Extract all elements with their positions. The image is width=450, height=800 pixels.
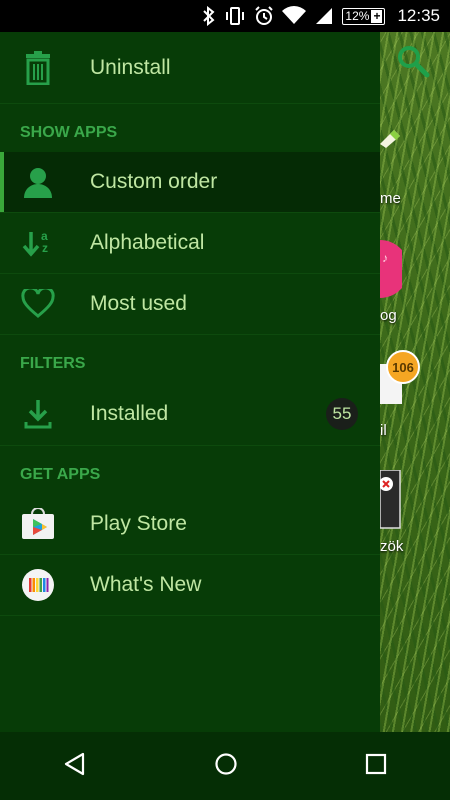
- whats-new-icon: [20, 567, 56, 603]
- svg-text:z: z: [42, 241, 48, 255]
- wifi-icon: [282, 6, 307, 26]
- whats-new-label: What's New: [90, 573, 202, 596]
- vibrate-icon: [224, 6, 246, 26]
- navigation-drawer: Uninstall SHOW APPS Custom order az Alph…: [0, 32, 380, 732]
- section-header-filters: FILTERS: [20, 355, 86, 372]
- uninstall-item[interactable]: Uninstall: [0, 32, 380, 104]
- whats-new-item[interactable]: What's New: [0, 555, 380, 616]
- svg-text:♪: ♪: [382, 251, 388, 265]
- home-app-label-2: og: [380, 307, 397, 324]
- status-bar: 12% + 12:35: [0, 0, 450, 32]
- battery-percent: 12%: [345, 8, 370, 23]
- battery-charging-icon: +: [371, 8, 383, 23]
- heart-icon: [20, 286, 56, 322]
- play-store-label: Play Store: [90, 512, 187, 535]
- download-icon: [20, 396, 56, 432]
- play-store-icon: [20, 506, 56, 542]
- installed-label: Installed: [90, 402, 169, 425]
- home-icon[interactable]: [214, 752, 238, 781]
- recents-icon[interactable]: [365, 753, 387, 780]
- signal-icon: [314, 6, 334, 26]
- trash-icon: [20, 50, 56, 86]
- section-header-get-apps: GET APPS: [20, 466, 101, 483]
- battery-indicator: 12% +: [342, 7, 386, 25]
- uninstall-label: Uninstall: [90, 55, 171, 79]
- home-app-label-3: il: [380, 422, 387, 439]
- alphabetical-label: Alphabetical: [90, 231, 205, 254]
- installed-count-badge: 55: [326, 398, 358, 430]
- back-icon[interactable]: [63, 752, 87, 781]
- clock: 12:35: [397, 6, 440, 25]
- installed-item[interactable]: Installed 55: [0, 383, 380, 446]
- home-app-label-1: me: [380, 190, 401, 207]
- home-app-label-4: zök: [380, 538, 404, 555]
- custom-order-label: Custom order: [90, 170, 218, 193]
- most-used-item[interactable]: Most used: [0, 274, 380, 335]
- home-app-icon-2[interactable]: ♪: [380, 240, 409, 303]
- notification-badge: 106: [386, 350, 420, 384]
- play-store-item[interactable]: Play Store: [0, 494, 380, 555]
- home-app-icon-1[interactable]: [380, 124, 400, 153]
- alarm-icon: [254, 6, 274, 26]
- bluetooth-icon: [202, 6, 216, 26]
- sort-az-icon: az: [20, 225, 56, 261]
- custom-order-item[interactable]: Custom order: [0, 152, 380, 213]
- person-icon: [20, 164, 56, 200]
- alphabetical-item[interactable]: az Alphabetical: [0, 213, 380, 274]
- most-used-label: Most used: [90, 292, 187, 315]
- home-app-icon-4[interactable]: [379, 469, 402, 535]
- section-header-show-apps: SHOW APPS: [20, 124, 118, 141]
- search-icon[interactable]: [396, 44, 430, 83]
- navigation-bar: [0, 732, 450, 800]
